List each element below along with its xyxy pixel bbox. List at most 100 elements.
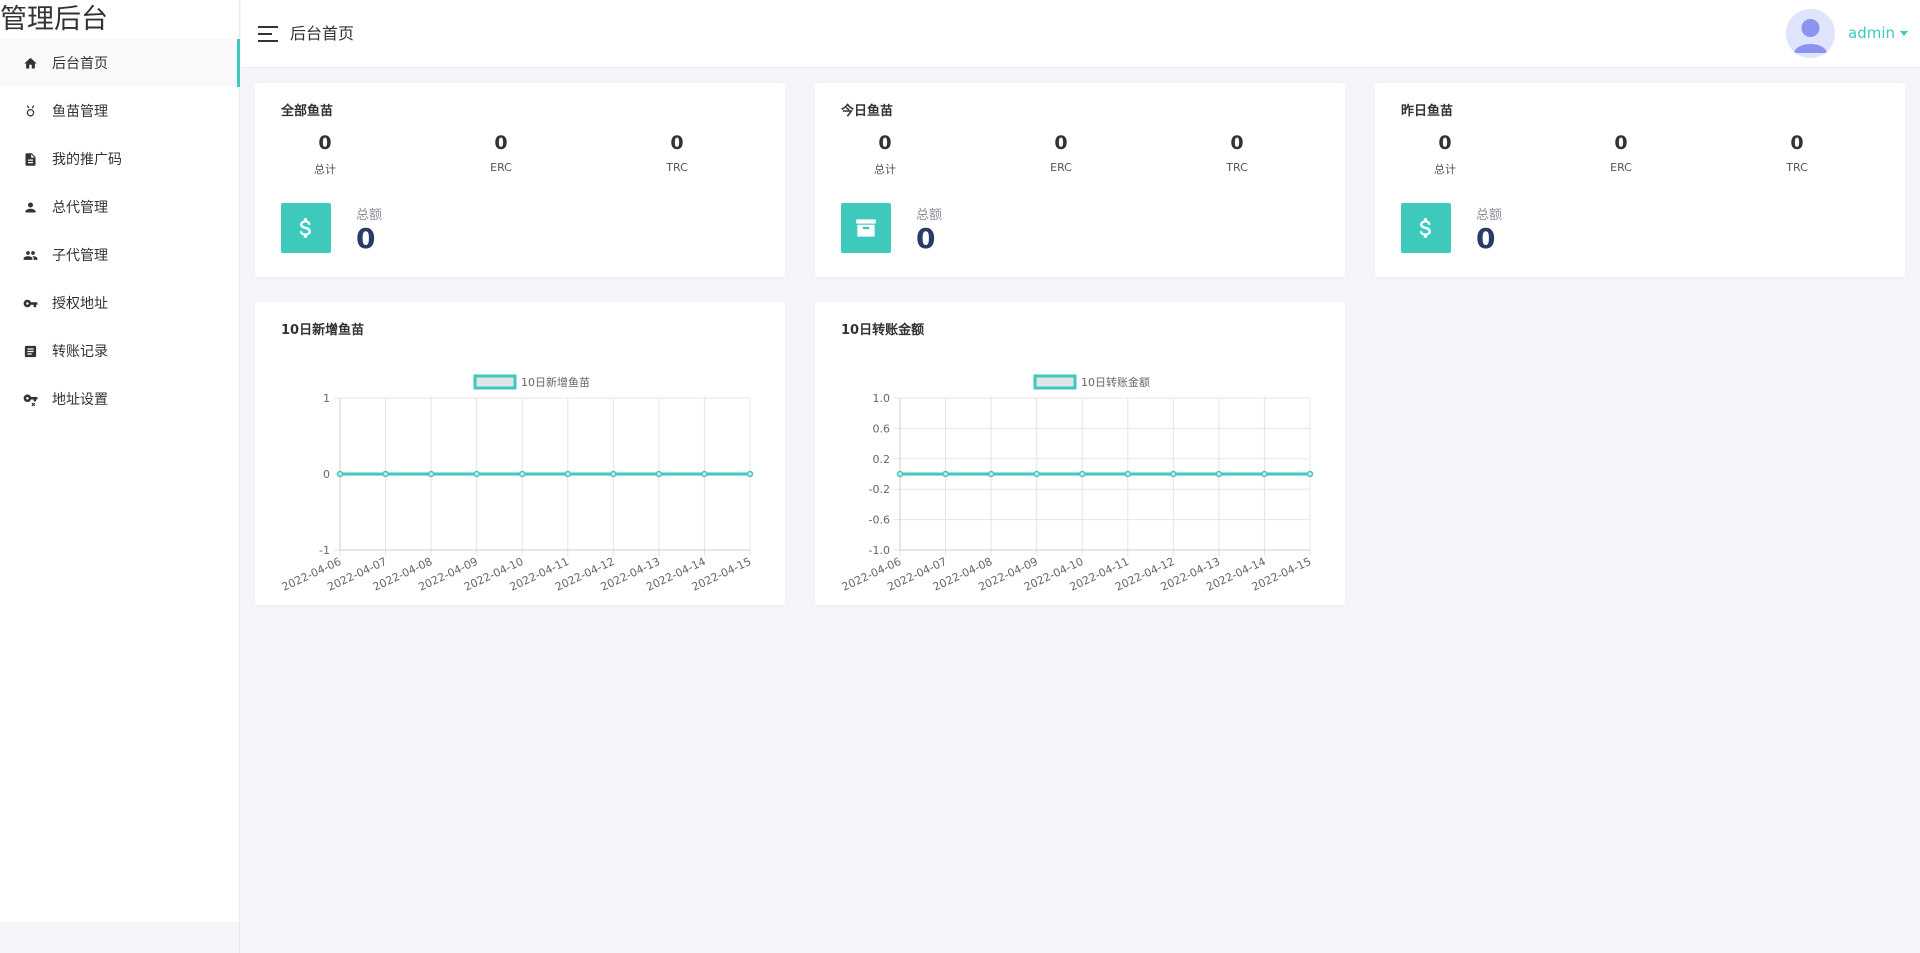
sidebar-item-address-settings[interactable]: 地址设置 (0, 375, 240, 423)
sidebar-menu: 后台首页 鱼苗管理 我的推广码 总代管理 子代管理 授权地址 转账记录 地址设置 (0, 39, 240, 423)
sidebar-item-label: 授权地址 (52, 296, 108, 312)
avatar[interactable] (1786, 9, 1835, 58)
data-point (987, 470, 995, 478)
dollar-icon (281, 203, 331, 253)
y-tick-label: 0.6 (873, 422, 891, 435)
document-icon (22, 151, 38, 167)
stat-trc: 0 TRC (1167, 131, 1307, 174)
stat-value: 0 (494, 132, 508, 154)
y-tick-label: -0.6 (869, 514, 890, 527)
y-tick-label: -1 (319, 544, 330, 557)
data-point (336, 470, 344, 478)
data-point (473, 470, 480, 478)
chart-card-new-fish: 10日新增鱼苗 1 0 -1 2022-04-06 2022-04-07 2022-04-… (255, 302, 785, 605)
legend-label: 10日转账金额 (1081, 375, 1150, 389)
data-point (518, 470, 526, 478)
sidebar-item-transfer-records[interactable]: 转账记录 (0, 327, 240, 375)
chevron-down-icon[interactable] (1900, 31, 1908, 36)
top-header: 后台首页 admin (241, 0, 1920, 68)
key-icon (22, 295, 38, 311)
archive-icon (841, 203, 891, 253)
data-point (1078, 470, 1086, 478)
data-point (896, 470, 904, 478)
stat-trc: 0 TRC (1727, 131, 1867, 174)
stat-erc: 0 ERC (991, 131, 1131, 174)
sidebar-item-sub-agent[interactable]: 子代管理 (0, 231, 240, 279)
stat-total: 0 总计 (1375, 131, 1515, 177)
stat-label: TRC (1786, 161, 1808, 174)
line-chart-transfer-amount: 1.00.60.2-0.2-0.6-1.02022-04-062022-04-0… (840, 374, 1314, 594)
total-label: 总额 (1476, 208, 1503, 223)
data-point (746, 470, 754, 478)
total-label: 总额 (356, 208, 383, 223)
data-point (1306, 470, 1314, 478)
data-point (1033, 470, 1040, 478)
sidebar-footer (0, 922, 240, 953)
stat-label: TRC (1226, 161, 1248, 174)
sidebar-item-label: 子代管理 (52, 248, 108, 264)
data-point (610, 470, 617, 478)
stat-card-today: 今日鱼苗 0 总计 0 ERC 0 TRC 总额 0 (815, 83, 1345, 277)
stat-label: TRC (666, 161, 688, 174)
y-tick-label: 1.0 (873, 392, 891, 405)
sidebar-item-auth-address[interactable]: 授权地址 (0, 279, 240, 327)
sidebar-item-general-agent[interactable]: 总代管理 (0, 183, 240, 231)
data-point (701, 470, 708, 478)
card-title: 昨日鱼苗 (1401, 104, 1454, 119)
sidebar-item-fish[interactable]: 鱼苗管理 (0, 87, 240, 135)
stat-label: 总计 (314, 163, 336, 176)
stat-value: 0 (1054, 132, 1068, 154)
sidebar-item-home[interactable]: 后台首页 (0, 39, 240, 87)
chart-card-transfer-amount: 10日转账金额 1.0 0.6 0.2 -0.2 -0.6 -1.0 2022-04-06 2… (815, 302, 1345, 605)
sidebar-item-promo-code[interactable]: 我的推广码 (0, 135, 240, 183)
brand-title: 管理后台 (0, 4, 108, 35)
sidebar-item-label: 我的推广码 (52, 152, 122, 168)
legend-swatch (473, 374, 517, 390)
y-tick-label: 0 (323, 468, 330, 481)
data-point (427, 470, 435, 478)
stat-value: 0 (318, 132, 332, 154)
home-icon (22, 55, 38, 71)
stat-erc: 0 ERC (1551, 131, 1691, 174)
stat-total: 0 总计 (255, 131, 395, 177)
y-tick-label: -0.2 (869, 483, 890, 496)
stat-trc: 0 TRC (607, 131, 747, 174)
total-value: 0 (916, 222, 936, 255)
sidebar-item-label: 总代管理 (52, 200, 108, 216)
data-point (382, 470, 389, 478)
stat-value: 0 (1614, 132, 1628, 154)
data-point (564, 470, 572, 478)
total-value: 0 (1476, 222, 1496, 255)
line-chart-new-fish: 10-12022-04-062022-04-072022-04-082022-0… (280, 374, 754, 594)
data-point (1261, 470, 1268, 478)
sidebar-item-label: 转账记录 (52, 344, 108, 360)
stat-erc: 0 ERC (431, 131, 571, 174)
dollar-icon (1401, 203, 1451, 253)
legend-label: 10日新增鱼苗 (521, 375, 590, 389)
person-icon (22, 199, 38, 215)
sidebar-item-label: 鱼苗管理 (52, 104, 108, 120)
list-icon (22, 343, 38, 359)
total-value: 0 (356, 222, 376, 255)
card-title: 全部鱼苗 (281, 104, 334, 119)
stat-label: 总计 (874, 163, 896, 176)
y-tick-label: 0.2 (873, 453, 891, 466)
key-settings-icon (22, 391, 38, 407)
y-tick-label: 1 (323, 392, 330, 405)
menu-toggle-icon[interactable] (258, 26, 278, 42)
sidebar-item-label: 后台首页 (52, 56, 108, 72)
sidebar: 管理后台 后台首页 鱼苗管理 我的推广码 总代管理 子代管理 授权地址 转账记录… (0, 0, 240, 922)
y-tick-label: -1.0 (869, 544, 890, 557)
data-point (1124, 470, 1132, 478)
stat-card-all: 全部鱼苗 0 总计 0 ERC 0 TRC 总额 0 (255, 83, 785, 277)
stat-label: 总计 (1434, 163, 1456, 176)
total-label: 总额 (916, 208, 943, 223)
fish-icon (22, 103, 38, 119)
user-menu-name[interactable]: admin (1848, 23, 1895, 43)
stat-label: ERC (1610, 161, 1632, 174)
people-icon (22, 247, 38, 263)
stat-value: 0 (1438, 132, 1452, 154)
stat-label: ERC (1050, 161, 1072, 174)
data-point (1215, 470, 1223, 478)
stat-value: 0 (1230, 132, 1244, 154)
